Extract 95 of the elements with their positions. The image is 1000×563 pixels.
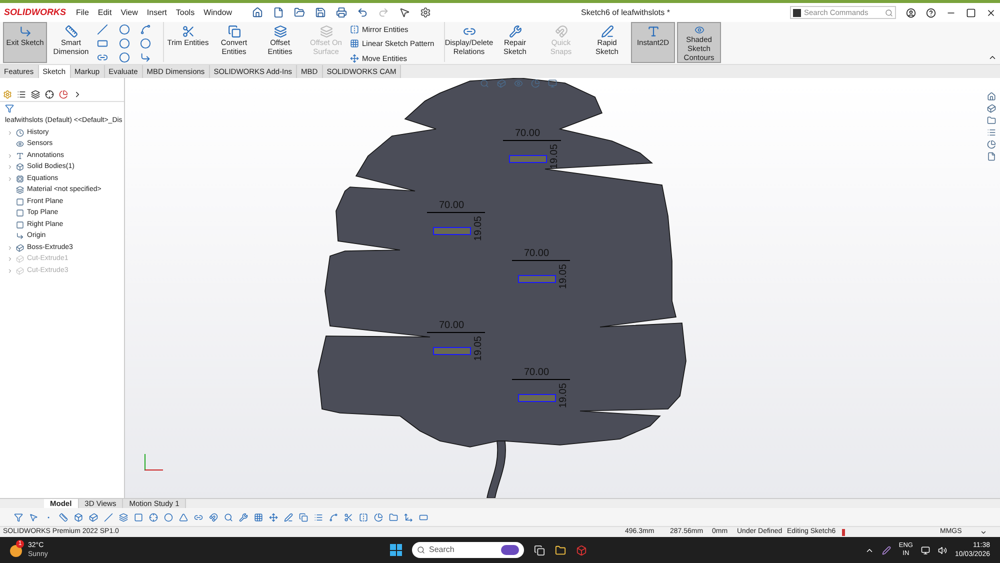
feature-icon [16,232,24,240]
triangle-icon[interactable] [179,512,188,522]
command-icon [554,25,568,38]
next-icon[interactable] [73,90,82,99]
account-icon[interactable] [906,8,916,18]
command-icon [18,25,32,38]
pie-icon[interactable] [374,512,383,522]
dimension-line [427,332,485,333]
settings-icon[interactable] [420,7,432,18]
curve-icon[interactable] [329,512,338,522]
weather-icon[interactable] [10,545,22,557]
menu-item[interactable]: Window [204,6,232,18]
move-icon[interactable] [269,512,278,522]
mirror-icon [350,25,359,34]
cube-icon[interactable] [89,512,98,522]
axes-icon[interactable] [404,512,413,522]
line-icon[interactable] [104,512,113,522]
feature-icon [16,255,24,264]
home-icon[interactable] [987,92,996,101]
folder-icon[interactable] [987,116,996,125]
filter-icon[interactable] [5,104,14,113]
command-icon [64,25,78,38]
link-icon[interactable] [194,512,203,522]
help-icon[interactable] [926,8,936,18]
square-icon[interactable] [134,512,143,522]
taskbar-search[interactable]: Search [412,542,524,558]
feature-icon [16,140,24,148]
folder-icon[interactable] [294,7,306,18]
wrench-icon[interactable] [239,512,248,522]
monitor-icon[interactable] [548,79,557,88]
command-icon [600,25,614,38]
circle-icon[interactable] [164,512,173,522]
mirror-icon[interactable] [359,512,368,522]
grid-icon[interactable] [254,512,263,522]
search-icon [417,546,425,554]
list-icon[interactable] [17,90,26,99]
feature-icon [16,174,24,183]
command-icon [182,25,194,38]
print-icon[interactable] [336,7,348,18]
dimension-line [427,212,485,213]
pointer-icon[interactable] [29,512,38,522]
task-view-icon[interactable] [534,544,545,556]
app-logo: SOLIDWORKS [4,6,66,19]
layers-icon[interactable] [119,512,128,522]
search-icon [885,8,893,16]
feature-icon [16,152,24,160]
pointer-icon[interactable] [399,7,410,18]
feature-icon [16,128,24,137]
dimension-line [512,379,570,380]
volume-icon[interactable] [938,546,947,554]
command-icon [274,25,286,38]
feature-icon [16,266,24,275]
command-icon [320,25,332,38]
command-icon [692,25,706,35]
command-icon [228,25,240,38]
command-icon [646,25,660,38]
search-icon[interactable] [224,512,233,522]
maximize-icon[interactable] [966,8,976,18]
caret-icon[interactable] [980,528,987,536]
command-icon [508,25,522,38]
close-icon[interactable] [986,8,996,18]
crosshair-icon[interactable] [45,90,54,99]
window-title: Sketch6 of leafwithslots * [581,6,671,18]
grid-icon [350,39,359,48]
copy-icon[interactable] [299,512,308,522]
collapse-icon[interactable] [988,53,997,62]
menu-item[interactable]: File [76,6,89,18]
file-icon[interactable] [987,152,996,161]
menu-item[interactable]: Edit [98,6,112,18]
menu-item[interactable]: Tools [176,6,195,18]
pen-icon[interactable] [284,512,293,522]
magnet-icon[interactable] [209,512,218,522]
feature-icon [16,186,24,194]
folder-icon[interactable] [389,512,398,522]
menu-item[interactable]: Insert [146,6,167,18]
feature-icon [16,163,24,172]
ruler-icon[interactable] [59,512,68,522]
save-icon[interactable] [315,7,326,18]
zoom-icon[interactable] [480,79,489,88]
pen-icon[interactable] [882,546,891,554]
filter-icon[interactable] [14,512,23,522]
box-icon[interactable] [74,512,83,522]
dimension-line [503,140,561,141]
feature-icon [16,244,24,252]
start-icon[interactable] [390,544,402,556]
rectangle-icon[interactable] [419,512,428,522]
cube-icon[interactable] [497,79,506,88]
home-icon[interactable] [252,7,264,18]
new-file-icon[interactable] [273,7,284,18]
cube-icon[interactable] [987,104,996,113]
menu-item[interactable]: View [120,6,138,18]
dimension-line [512,260,570,261]
scissors-icon[interactable] [344,512,353,522]
undo-icon[interactable] [357,7,368,18]
move-icon [350,54,359,63]
